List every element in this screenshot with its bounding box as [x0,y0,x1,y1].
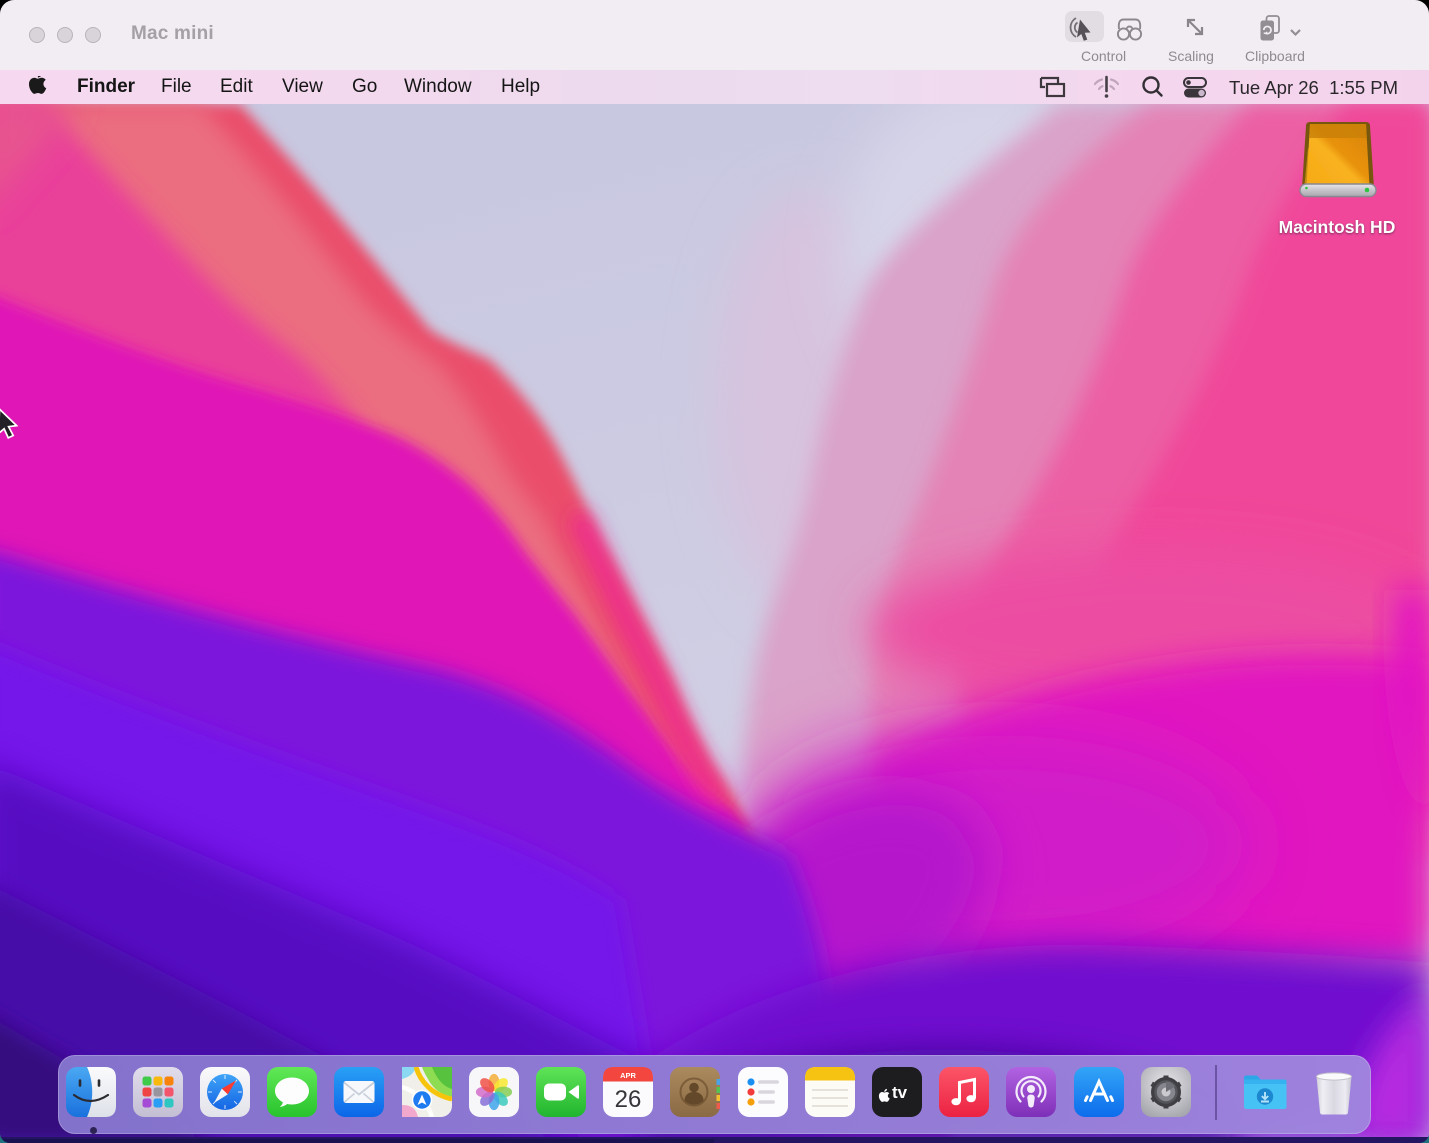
svg-text:tv: tv [892,1083,908,1102]
svg-text:26: 26 [615,1086,642,1113]
svg-text:APR: APR [620,1071,636,1080]
